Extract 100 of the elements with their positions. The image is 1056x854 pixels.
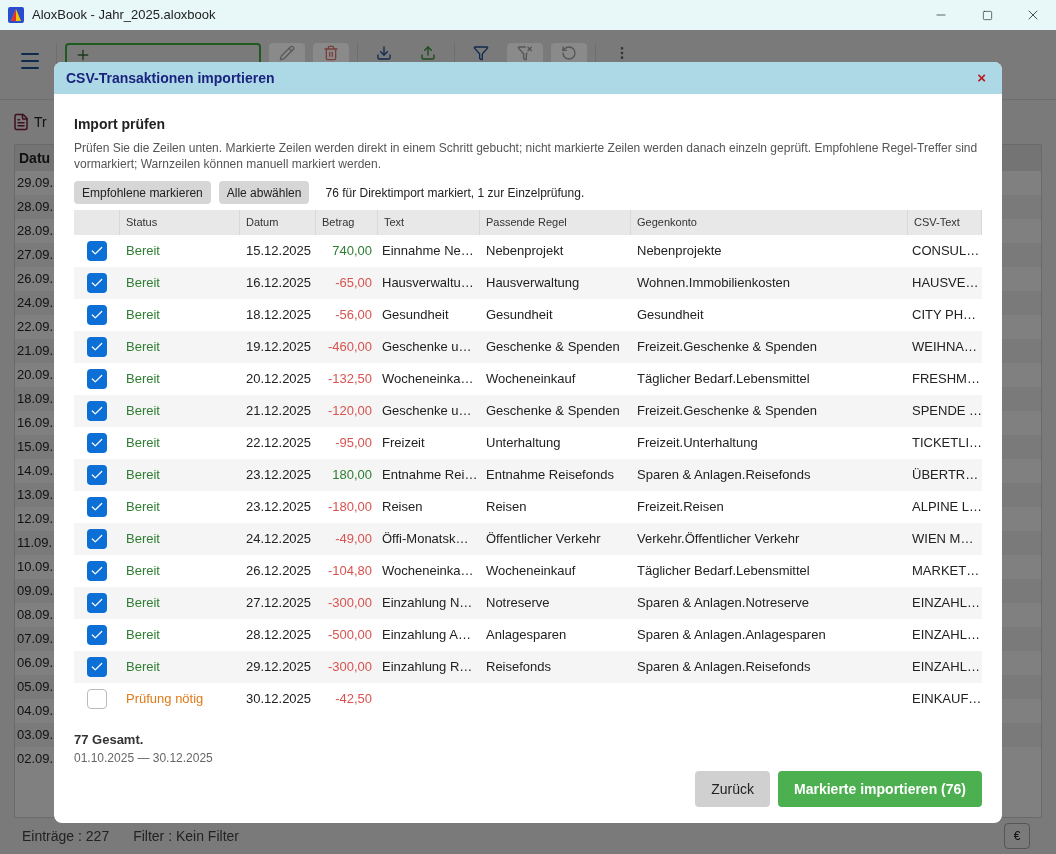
status-cell-text: Bereit [125,338,161,357]
csv-text-cell-text: EINZAHL… [911,626,981,645]
account-cell-text: Freizeit.Unterhaltung [636,434,759,453]
text-cell-text: Einzahlung R… [381,658,474,677]
status-cell-text: Bereit [125,274,161,293]
csv-text-cell-text: CONSUL… [911,242,981,261]
date-cell-text: 28.09. [17,222,54,241]
date-cell-text: 16.09. [17,414,54,433]
date-cell-text: 23.12.2025 [245,498,313,517]
date-cell-text: 10.09. [17,558,54,577]
date-cell-text: 16.12.2025 [245,274,313,293]
text-cell-text: Hausverwaltu… [381,274,475,293]
account-cell-text: Nebenprojekte [636,242,723,261]
text-cell-text: Wocheneinka… [381,370,475,389]
amount-cell-text: -65,00 [334,274,373,293]
date-cell-text: 26.09. [17,270,54,289]
csv-text-cell-text: FRESHM… [911,370,981,389]
rule-cell-text: Reisen [485,498,528,517]
amount-cell-text: -95,00 [334,434,373,453]
date-range: 01.10.2025 — 30.12.2025 [74,750,213,767]
amount-cell-text: -56,00 [334,306,373,325]
window-title: AloxBook - Jahr_2025.aloxbook [32,6,216,25]
text-cell-text: Wocheneinka… [381,562,475,581]
text-cell-text: Entnahme Rei… [381,466,479,485]
rule-cell-text: Nebenprojekt [485,242,565,261]
description-text: Prüfen Sie die Zeilen unten. Markierte Zeilen werden direkt in einem Schritt gebucht; nicht markierte Zeilen werden danach einzeln geprüft. Empfohlene Regel-Treffer sind vormarkiert; Warnzeilen können manuell markiert werden. [74,140,979,172]
date-cell-text: 07.09. [17,630,54,649]
date-cell-text: 15.09. [17,438,54,457]
account-cell-text: Sparen & Anlagen.Reisefonds [636,658,812,677]
date-cell-text: 20.12.2025 [245,370,313,389]
amount-cell-text: -132,50 [326,370,373,389]
total-count: 77 Gesamt. [74,730,145,749]
filter-status: Filter : Kein Filter [133,826,239,846]
date-cell-text: 22.12.2025 [245,434,313,453]
rule-cell-text: Öffentlicher Verkehr [485,530,602,549]
status-cell-text: Bereit [125,498,161,517]
column-header: Datu [19,148,51,168]
date-cell-text: 09.09. [17,582,54,601]
status-cell-text: Bereit [125,434,161,453]
account-cell-text: Wohnen.Immobilienkosten [636,274,791,293]
date-cell-text: 21.12.2025 [245,402,313,421]
account-cell-text: Verkehr.Öffentlicher Verkehr [636,530,801,549]
status-cell-text: Bereit [125,242,161,261]
status-cell-text: Bereit [125,466,161,485]
csv-text-cell-text: ALPINE L… [911,498,982,517]
date-cell-text: 29.09. [17,174,54,193]
amount-cell-text: -104,80 [326,562,373,581]
rule-cell-text: Geschenke & Spenden [485,338,621,357]
date-cell-text: 29.12.2025 [245,658,313,677]
text-cell-text: Öffi-Monatsk… [381,530,470,549]
account-cell-text: Gesundheit [636,306,705,325]
date-cell-text: 27.12.2025 [245,594,313,613]
date-cell-text: 21.09. [17,342,54,361]
amount-cell-text: -300,00 [326,594,373,613]
date-cell-text: 19.12.2025 [245,338,313,357]
rule-cell-text: Wocheneinkauf [485,370,577,389]
amount-cell-text: -460,00 [326,338,373,357]
rule-cell-text: Notreserve [485,594,551,613]
text-cell-text: Reisen [381,498,424,517]
csv-text-cell-text: TICKETLI… [911,434,982,453]
rule-cell-text: Geschenke & Spenden [485,402,621,421]
text-cell-text: Geschenke u… [381,338,473,357]
text-cell-text: Gesundheit [381,306,450,325]
date-cell-text: 02.09. [17,750,54,769]
csv-text-cell-text: EINZAHL… [911,658,981,677]
account-cell-text: Sparen & Anlagen.Anlagesparen [636,626,827,645]
rule-cell-text: Unterhaltung [485,434,562,453]
date-cell-text: 11.09. [17,534,53,553]
date-cell-text: 03.09. [17,726,54,745]
text-cell-text: Geschenke u… [381,402,473,421]
status-cell-text: Bereit [125,562,161,581]
date-cell-text: 18.12.2025 [245,306,313,325]
status-cell-text: Bereit [125,626,161,645]
date-cell-text: 27.09. [17,246,54,265]
date-cell-text: 22.09. [17,318,54,337]
rule-cell-text: Reisefonds [485,658,553,677]
date-cell-text: 18.09. [17,390,54,409]
rule-cell-text: Anlagesparen [485,626,568,645]
date-cell-text: 24.12.2025 [245,530,313,549]
account-cell-text: Freizeit.Geschenke & Spenden [636,402,818,421]
text-cell-text: Einnahme Ne… [381,242,475,261]
date-cell-text: 24.09. [17,294,54,313]
dialog-title: CSV-Transaktionen importieren [66,68,275,88]
date-cell-text: 12.09. [17,510,54,529]
text-cell-text: Einzahlung N… [381,594,474,613]
csv-text-cell-text: HAUSVE… [911,274,980,293]
entries-count: Einträge : 227 [22,826,110,846]
status-cell-text: Bereit [125,306,161,325]
section-heading: Import prüfen [74,115,166,134]
status-cell-text: Bereit [125,594,161,613]
account-cell-text: Sparen & Anlagen.Reisefonds [636,466,812,485]
rule-cell-text: Wocheneinkauf [485,562,577,581]
rule-cell-text: Hausverwaltung [485,274,581,293]
csv-text-cell-text: MARKET… [911,562,981,581]
text-cell-text: Freizeit [381,434,426,453]
date-cell-text: 06.09. [17,654,54,673]
csv-text-cell-text: EINZAHL… [911,594,981,613]
text-cell-text: Einzahlung A… [381,626,472,645]
csv-text-cell-text: SPENDE … [911,402,982,421]
csv-text-cell-text: WEIHNA… [911,338,978,357]
